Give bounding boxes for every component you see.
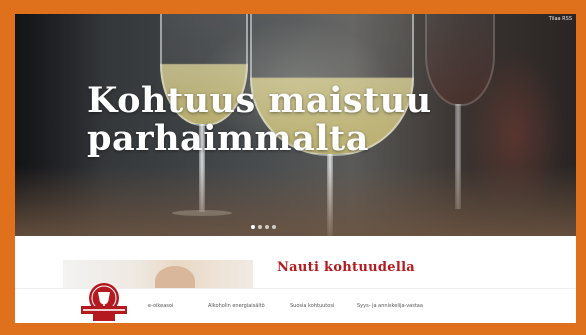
- nav-item[interactable]: Syys- ja anniskelija-vastaa: [357, 303, 423, 309]
- nav-item[interactable]: e-oikeasoi: [148, 303, 173, 309]
- nav-item[interactable]: Alkoholin energiaisältö: [208, 303, 265, 309]
- hero-title-line2: parhaimmalta: [87, 118, 369, 159]
- site-logo[interactable]: [79, 280, 129, 322]
- hero-banner: Kohtuus maistuu parhaimmalta Tilaa RSS: [15, 14, 576, 236]
- hero-title: Kohtuus maistuu parhaimmalta: [87, 82, 447, 158]
- section-title: Nauti kohtuudella: [277, 260, 416, 275]
- carousel-dot[interactable]: [258, 225, 262, 229]
- rss-link[interactable]: Tilaa RSS: [549, 16, 572, 22]
- carousel-dot[interactable]: [251, 225, 255, 229]
- hero-table: [15, 166, 576, 236]
- carousel-dot[interactable]: [272, 225, 276, 229]
- carousel-dot[interactable]: [265, 225, 269, 229]
- hero-title-line1: Kohtuus maistuu: [87, 80, 432, 121]
- nav-item[interactable]: Suosia kohtuutosi: [290, 303, 334, 309]
- content-area: Nauti kohtuudella e-oikeasoi Alkoholin e…: [15, 236, 576, 323]
- browser-viewport: Kohtuus maistuu parhaimmalta Tilaa RSS N…: [15, 14, 576, 323]
- carousel-indicators: [251, 225, 276, 229]
- hand-shape: [155, 266, 195, 288]
